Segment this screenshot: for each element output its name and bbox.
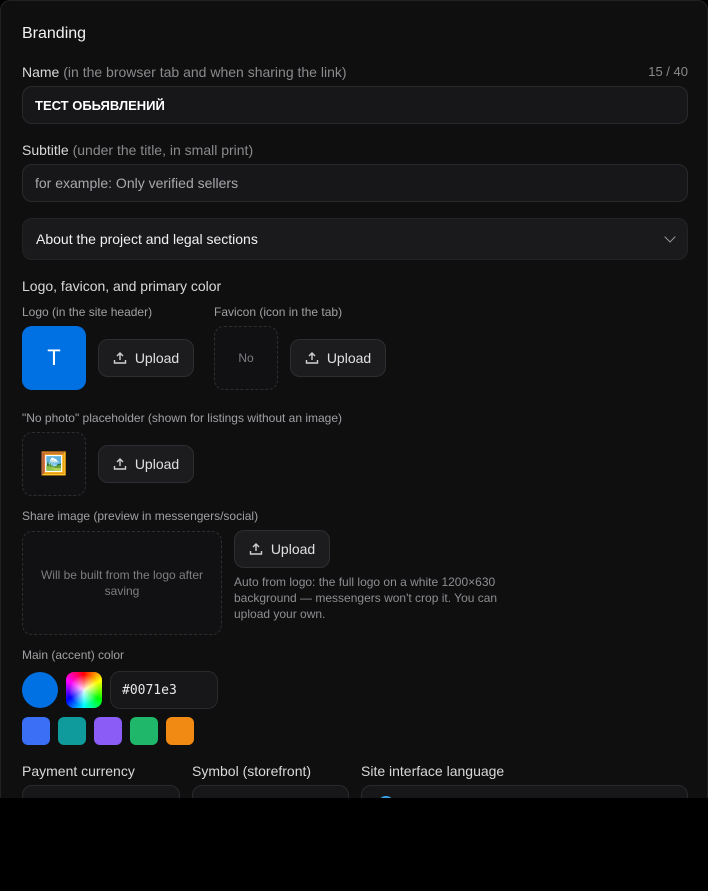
branding-panel: Branding Name (in the browser tab and wh… (0, 0, 708, 798)
globe-icon (378, 796, 394, 798)
subtitle-label-row: Subtitle (under the title, in small prin… (22, 142, 688, 158)
about-accordion[interactable]: About the project and legal sections (22, 218, 688, 260)
logo-label: Logo (in the site header) (22, 305, 153, 319)
color-swatch-blue[interactable] (22, 717, 50, 745)
upload-icon (305, 352, 319, 364)
upload-icon (113, 458, 127, 470)
color-swatch-green[interactable] (130, 717, 158, 745)
language-select[interactable] (361, 785, 688, 798)
accent-color-preview[interactable] (22, 672, 58, 708)
placeholder-upload-button[interactable]: Upload (98, 445, 194, 483)
accent-hex-input[interactable]: #0071e3 (110, 671, 218, 709)
logo-section-heading: Logo, favicon, and primary color (22, 278, 222, 294)
subtitle-label: Subtitle (under the title, in small prin… (22, 142, 254, 158)
favicon-upload-button[interactable]: Upload (290, 339, 386, 377)
placeholder-preview: 🖼️ (22, 432, 86, 496)
section-title: Branding (22, 25, 87, 42)
accent-color-label: Main (accent) color (22, 648, 125, 662)
language-label: Site interface language (361, 763, 505, 779)
placeholder-label: "No photo" placeholder (shown for listin… (22, 411, 343, 425)
share-image-upload-button[interactable]: Upload (234, 530, 330, 568)
symbol-input[interactable] (192, 785, 349, 798)
color-swatch-orange[interactable] (166, 717, 194, 745)
color-swatch-purple[interactable] (94, 717, 122, 745)
logo-letter: T (47, 345, 61, 370)
favicon-label: Favicon (icon in the tab) (214, 305, 343, 319)
share-image-preview: Will be built from the logo after saving (22, 531, 222, 635)
subtitle-input[interactable]: for example: Only verified sellers (22, 164, 688, 202)
symbol-label: Symbol (storefront) (192, 763, 312, 779)
name-counter: 15 / 40 (648, 64, 688, 79)
favicon-preview: No (214, 326, 278, 390)
name-label: Name (in the browser tab and when sharin… (22, 64, 347, 80)
name-input[interactable]: ТЕСТ ОБЬЯВЛЕНИЙ (22, 86, 688, 124)
about-accordion-label: About the project and legal sections (36, 231, 258, 247)
currency-select[interactable] (22, 785, 180, 798)
share-image-note: Auto from logo: the full logo on a white… (234, 575, 498, 621)
upload-icon (249, 543, 263, 555)
chevron-down-icon (664, 231, 676, 243)
share-image-label: Share image (preview in messengers/socia… (22, 509, 259, 523)
upload-icon (113, 352, 127, 364)
currency-label: Payment currency (22, 763, 135, 779)
logo-upload-button[interactable]: Upload (98, 339, 194, 377)
image-icon: 🖼️ (40, 451, 68, 476)
color-swatch-teal[interactable] (58, 717, 86, 745)
logo-preview: T (22, 326, 86, 390)
color-picker-icon[interactable] (66, 672, 102, 708)
name-label-row: Name (in the browser tab and when sharin… (22, 64, 688, 80)
